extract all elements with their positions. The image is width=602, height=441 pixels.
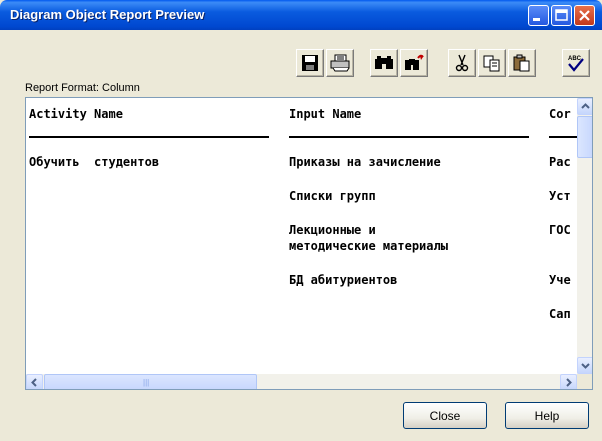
third-column-cell: Уче (549, 273, 571, 287)
vertical-scroll-thumb[interactable] (577, 116, 592, 158)
maximize-icon (555, 9, 568, 21)
cut-icon (455, 54, 469, 72)
maximize-button[interactable] (551, 5, 572, 26)
column-header-third: Cor (549, 107, 571, 121)
toolbar-spell-group: ABC (560, 47, 592, 81)
title-bar[interactable]: Diagram Object Report Preview (0, 0, 602, 30)
report-content: Activity Name Input Name Cor Обучить сту… (26, 98, 577, 374)
scroll-down-button[interactable] (577, 357, 592, 374)
column-rule-third (549, 136, 577, 138)
copy-icon (483, 55, 500, 72)
print-icon (330, 54, 350, 72)
svg-text:ABC: ABC (568, 56, 582, 62)
close-icon (579, 10, 590, 21)
horizontal-scroll-thumb[interactable]: ||| (44, 374, 257, 389)
input-cell: БД абитуриентов (289, 273, 398, 287)
column-rule-input (289, 136, 529, 138)
input-cell: Лекционные и методические материалы (289, 223, 448, 253)
chevron-left-icon (31, 378, 37, 387)
copy-button[interactable] (478, 49, 506, 77)
close-button[interactable]: Close (403, 402, 487, 429)
paste-icon (513, 54, 530, 72)
close-window-button[interactable] (574, 5, 595, 26)
chevron-right-icon (566, 378, 572, 387)
report-preview-window: Diagram Object Report Preview ABC Report… (0, 0, 602, 441)
toolbar-edit-group (446, 47, 538, 81)
save-button[interactable] (296, 49, 324, 77)
scroll-thumb-grip: ||| (143, 378, 150, 387)
find-icon (375, 56, 393, 69)
print-button[interactable] (326, 49, 354, 77)
help-button[interactable]: Help (505, 402, 589, 429)
vertical-scrollbar[interactable] (577, 98, 592, 374)
scrollbar-corner (577, 374, 592, 389)
find-button[interactable] (370, 49, 398, 77)
scroll-up-button[interactable] (577, 98, 592, 115)
input-cell: Списки групп (289, 189, 376, 203)
scroll-right-button[interactable] (560, 374, 577, 389)
report-format-label: Report Format: Column (25, 82, 140, 94)
chevron-down-icon (581, 363, 590, 369)
chevron-up-icon (581, 103, 590, 109)
column-header-activity: Activity Name (29, 107, 123, 121)
toolbar-find-group (368, 47, 430, 81)
find-next-icon (405, 54, 424, 70)
spellcheck-icon: ABC (568, 56, 584, 72)
third-column-cell: Рас (549, 155, 571, 169)
window-title: Diagram Object Report Preview (10, 7, 205, 22)
spellcheck-button[interactable]: ABC (562, 49, 590, 77)
save-icon (302, 55, 318, 71)
find-next-button[interactable] (400, 49, 428, 77)
third-column-cell: ГОС (549, 223, 571, 237)
report-preview-pane[interactable]: Activity Name Input Name Cor Обучить сту… (25, 97, 593, 390)
minimize-button[interactable] (528, 5, 549, 26)
cut-button[interactable] (448, 49, 476, 77)
scroll-left-button[interactable] (26, 374, 43, 389)
toolbar-file-group (294, 47, 356, 81)
input-cell: Приказы на зачисление (289, 155, 441, 169)
minimize-icon (533, 18, 540, 21)
column-header-input: Input Name (289, 107, 362, 121)
third-column-cell: Сап (549, 307, 571, 321)
paste-button[interactable] (508, 49, 536, 77)
activity-cell: Обучить студентов (29, 155, 160, 169)
horizontal-scrollbar[interactable]: ||| (26, 374, 577, 389)
third-column-cell: Уст (549, 189, 571, 203)
column-rule-activity (29, 136, 269, 138)
